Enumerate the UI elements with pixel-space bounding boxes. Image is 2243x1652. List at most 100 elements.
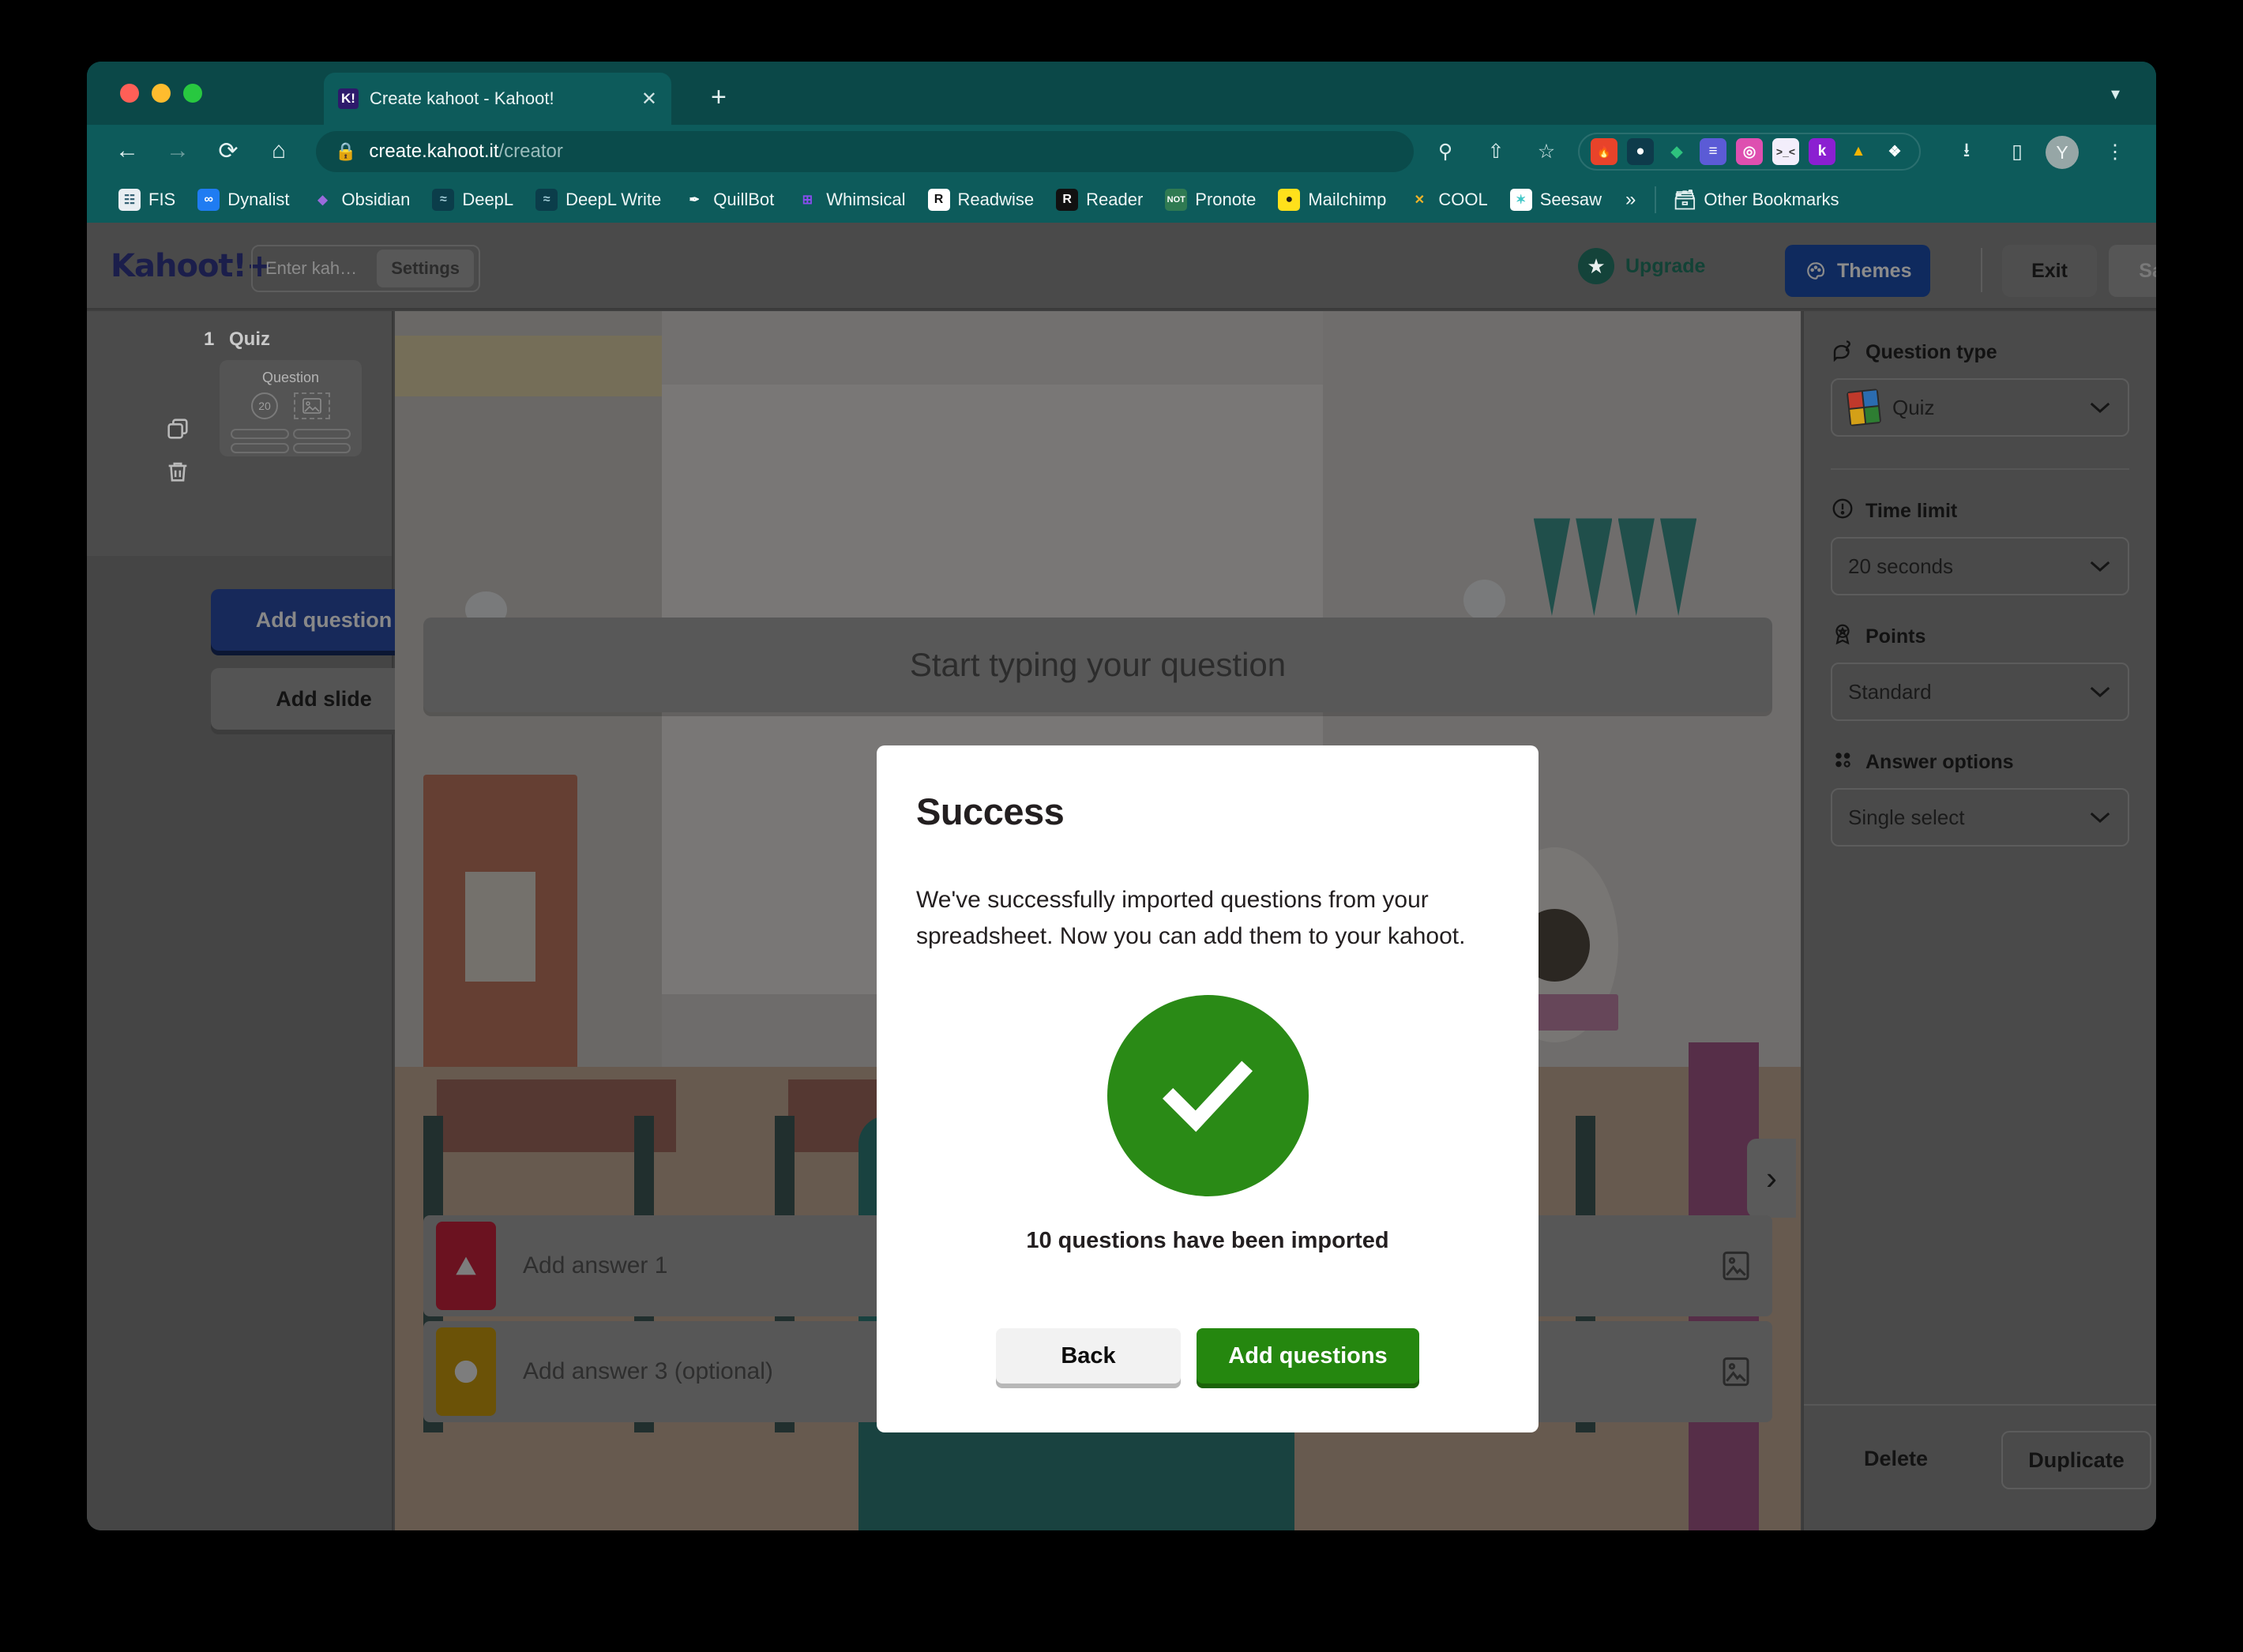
readwise-icon: R — [927, 189, 950, 211]
download-icon[interactable]: ⭳ — [1951, 136, 1982, 167]
deepl-icon: ≈ — [432, 189, 455, 211]
pink-bot-extension[interactable]: ◎ — [1736, 138, 1763, 165]
maximize-window-button[interactable] — [183, 84, 202, 103]
triangle-shape-icon — [436, 1222, 496, 1310]
bookmark-seesaw[interactable]: ✶ Seesaw — [1499, 189, 1613, 211]
dialog-title: Success — [916, 790, 1065, 832]
side-panel-icon[interactable]: ▯ — [2001, 136, 2033, 167]
home-icon[interactable]: ⌂ — [261, 133, 297, 169]
setting-label-text: Points — [1865, 625, 1926, 648]
bookmarks-overflow-button[interactable]: » — [1613, 189, 1648, 211]
slide-thumb-answers — [231, 429, 351, 453]
setting-label-row: Answer options — [1831, 748, 2129, 777]
purple-k-extension[interactable]: k — [1809, 138, 1835, 165]
bookmark-label: FIS — [148, 190, 176, 209]
bookmark-deepl[interactable]: ≈ DeepL — [421, 189, 524, 211]
new-tab-button[interactable]: + — [711, 84, 727, 111]
setting-select-time-limit[interactable]: 20 seconds — [1831, 537, 2129, 595]
upgrade-label: Upgrade — [1625, 254, 1706, 277]
fireshot-extension[interactable]: 🔥 — [1591, 138, 1617, 165]
quiz-type-thumbnail-icon — [1846, 389, 1882, 426]
bookmark-dynalist[interactable]: ∞ Dynalist — [186, 189, 300, 211]
duplicate-question-button[interactable]: Duplicate — [2001, 1431, 2151, 1489]
save-button[interactable]: Save — [2109, 245, 2156, 297]
share-icon[interactable]: ⇧ — [1480, 136, 1512, 167]
bookmark-star-icon[interactable]: ☆ — [1531, 136, 1562, 167]
bookmark-cool[interactable]: ✕ COOL — [1397, 189, 1498, 211]
kahoot-title-input[interactable]: Enter kahoot t... — [253, 258, 377, 279]
url-domain: create.kahoot.it — [369, 141, 499, 162]
forward-arrow-icon[interactable]: → — [160, 133, 196, 169]
bookmark-label: Dynalist — [227, 190, 290, 209]
setting-label-row: Question type — [1831, 338, 2129, 367]
slide-thumb-answer — [231, 429, 289, 439]
kawaii-extension[interactable]: >_< — [1772, 138, 1799, 165]
list-extension[interactable]: ≡ — [1700, 138, 1726, 165]
award-icon — [1831, 622, 1854, 651]
diamond-extension[interactable]: ◆ — [1663, 138, 1690, 165]
puzzle-extensions-icon[interactable]: ❖ — [1881, 138, 1908, 165]
delete-question-button[interactable]: Delete — [1864, 1447, 1928, 1471]
bookmark-deepl-write[interactable]: ≈ DeepL Write — [524, 189, 672, 211]
bookmark-fis[interactable]: ☷ FIS — [107, 189, 186, 211]
bookmark-label: Whimsical — [826, 190, 906, 209]
setting-label-text: Answer options — [1865, 751, 2014, 773]
palette-icon — [1807, 262, 1825, 280]
answer-image-button[interactable] — [1720, 1356, 1752, 1387]
three-dot-menu-icon[interactable]: ⋮ — [2099, 136, 2131, 167]
bookmark-quillbot[interactable]: ✒ QuillBot — [672, 189, 785, 211]
bookmark-pronote[interactable]: NOT Pronote — [1154, 189, 1267, 211]
answer-input[interactable]: Add answer 1 — [523, 1252, 667, 1279]
avatar[interactable]: Y — [2046, 136, 2079, 169]
chevron-down-icon[interactable]: ▾ — [2111, 84, 2120, 104]
bookmark-label: Mailchimp — [1308, 190, 1387, 209]
setting-select-question-type[interactable]: Quiz — [1831, 378, 2129, 437]
bookmark-readwise[interactable]: R Readwise — [917, 189, 1046, 211]
add-questions-button[interactable]: Add questions — [1197, 1328, 1419, 1384]
slide-number: 1 — [204, 329, 215, 350]
bookmark-whimsical[interactable]: ⊞ Whimsical — [785, 189, 916, 211]
seesaw-icon: ✶ — [1509, 189, 1532, 211]
google-drive-extension[interactable]: ▲ — [1845, 138, 1872, 165]
close-window-button[interactable] — [120, 84, 139, 103]
trash-icon[interactable] — [164, 458, 191, 485]
kahoot-creator-app: Kahoot!+ Enter kahoot t... Settings ★ Up… — [87, 223, 2156, 1530]
setting-select-points[interactable]: Standard — [1831, 663, 2129, 721]
reload-icon[interactable]: ⟳ — [210, 133, 246, 169]
slide-list-item[interactable]: 1 Quiz Question 20 — [87, 311, 392, 556]
answer-image-button[interactable] — [1720, 1250, 1752, 1282]
address-bar[interactable]: 🔒 create.kahoot.it/creator — [316, 131, 1414, 172]
back-button[interactable]: Back — [996, 1328, 1181, 1384]
chevron-down-icon — [2088, 554, 2112, 579]
clock-icon — [1831, 497, 1854, 526]
exit-button[interactable]: Exit — [2002, 245, 2097, 297]
tab-strip: K! Create kahoot - Kahoot! ✕ + ▾ — [87, 62, 2156, 125]
bookmark-mailchimp[interactable]: ● Mailchimp — [1267, 189, 1397, 211]
cool-icon: ✕ — [1414, 193, 1426, 207]
other-bookmarks-folder[interactable]: 🗃 Other Bookmarks — [1663, 189, 1850, 211]
kahoot-logo[interactable]: Kahoot!+ — [111, 248, 272, 284]
slide-thumbnail[interactable]: Question 20 — [220, 360, 362, 456]
chevron-down-icon — [2088, 680, 2112, 704]
success-dialog: Success We've successfully imported ques… — [877, 745, 1539, 1432]
minimize-window-button[interactable] — [152, 84, 171, 103]
settings-button[interactable]: Settings — [377, 250, 474, 287]
setting-select-answer-options[interactable]: Single select — [1831, 788, 2129, 847]
close-icon[interactable]: ✕ — [641, 88, 657, 111]
bookmark-label: Seesaw — [1539, 190, 1602, 209]
blue-circle-extension[interactable]: ● — [1627, 138, 1654, 165]
dots-grid-icon — [1831, 748, 1854, 777]
upgrade-button[interactable]: ★ Upgrade — [1578, 248, 1705, 284]
browser-tab[interactable]: K! Create kahoot - Kahoot! ✕ — [324, 73, 671, 125]
search-icon[interactable]: ⚲ — [1430, 136, 1461, 167]
folder-icon: 🗃 — [1673, 189, 1697, 211]
chevron-right-icon[interactable]: › — [1747, 1139, 1796, 1218]
bookmark-obsidian[interactable]: ◆ Obsidian — [300, 189, 421, 211]
back-arrow-icon[interactable]: ← — [109, 133, 145, 169]
bookmark-reader[interactable]: R Reader — [1045, 189, 1154, 211]
question-title-input[interactable]: Start typing your question — [423, 618, 1772, 712]
answer-input[interactable]: Add answer 3 (optional) — [523, 1358, 773, 1385]
setting-value: Quiz — [1892, 395, 1935, 419]
duplicate-icon[interactable] — [164, 415, 191, 442]
themes-button[interactable]: Themes — [1785, 245, 1931, 297]
